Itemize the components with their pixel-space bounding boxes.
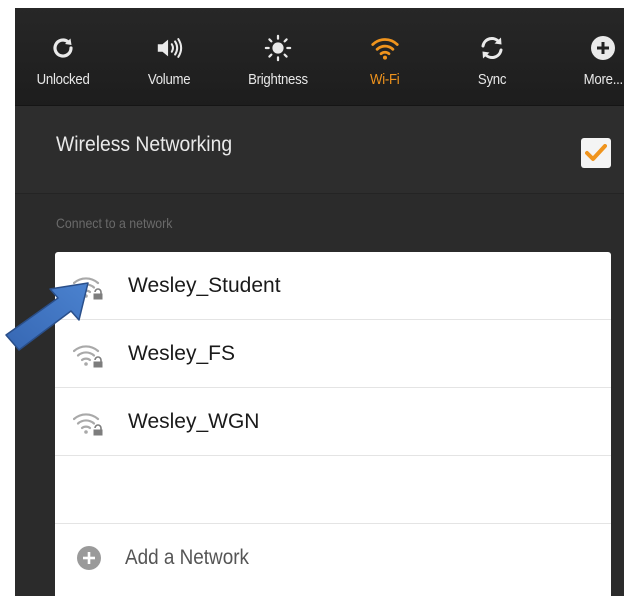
volume-icon — [155, 34, 183, 62]
network-name: Wesley_Student — [128, 274, 281, 297]
wireless-networking-row: Wireless Networking — [15, 106, 624, 194]
quick-setting-label: Sync — [477, 71, 507, 88]
quick-setting-brightness[interactable]: Brightness — [228, 8, 328, 106]
add-network-label: Add a Network — [125, 546, 249, 569]
quick-setting-sync[interactable]: Sync — [442, 8, 542, 106]
network-name: Wesley_FS — [128, 342, 235, 365]
quick-setting-wifi[interactable]: Wi-Fi — [335, 8, 435, 106]
quick-setting-volume[interactable]: Volume — [119, 8, 219, 106]
network-name: Wesley_WGN — [128, 410, 260, 433]
quick-settings-bar: Unlocked Volume Brightness Wi-Fi Sync Mo… — [15, 8, 624, 106]
quick-setting-label: Wi-Fi — [370, 71, 400, 88]
plus-circle-icon — [589, 34, 617, 62]
section-label: Connect to a network — [56, 215, 173, 231]
quick-setting-more[interactable]: More... — [553, 8, 624, 106]
wireless-networking-checkbox[interactable] — [581, 138, 611, 168]
empty-list-row — [55, 456, 611, 524]
rotate-unlocked-icon — [49, 34, 77, 62]
quick-setting-label: Volume — [147, 71, 191, 88]
quick-setting-unlocked[interactable]: Unlocked — [15, 8, 113, 106]
quick-setting-label: More... — [583, 71, 623, 88]
sync-icon — [478, 34, 506, 62]
quick-setting-label: Brightness — [248, 71, 308, 88]
wifi-icon — [371, 34, 399, 62]
network-item[interactable]: Wesley_Student — [55, 252, 611, 320]
brightness-icon — [264, 34, 292, 62]
checkmark-icon — [585, 144, 607, 161]
network-item[interactable]: Wesley_FS — [55, 320, 611, 388]
secured-wifi-icon — [73, 413, 103, 436]
wireless-networking-title: Wireless Networking — [56, 133, 233, 156]
quick-setting-label: Unlocked — [36, 71, 90, 88]
add-icon — [77, 546, 101, 570]
annotation-arrow-icon — [5, 282, 89, 351]
add-network-button[interactable]: Add a Network — [55, 524, 611, 596]
network-item[interactable]: Wesley_WGN — [55, 388, 611, 456]
network-list: Wesley_Student Wesley_FS Wesley_WGN Add … — [55, 252, 611, 596]
